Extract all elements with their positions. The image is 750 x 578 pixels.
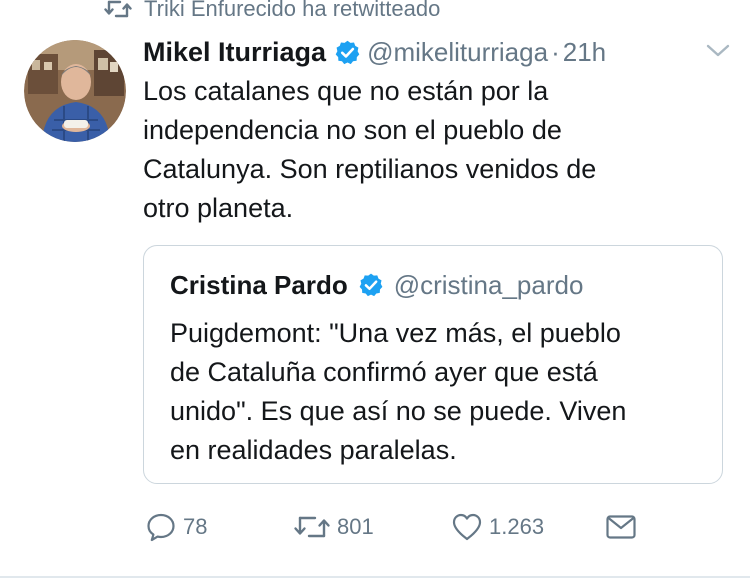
retweet-count: 801 — [337, 514, 374, 539]
direct-message-button[interactable] — [605, 508, 637, 546]
heart-icon — [451, 512, 483, 542]
envelope-icon — [605, 513, 637, 541]
quoted-text-line: en realidades paralelas. — [170, 435, 457, 465]
quoted-text-line: unido". Es que así no se puede. Viven — [170, 396, 627, 426]
verified-badge-icon — [358, 272, 384, 298]
separator-dot: · — [551, 36, 560, 67]
quoted-text-line: de Cataluña confirmó ayer que está — [170, 357, 598, 387]
retweet-context[interactable]: Triki Enfurecido ha retwitteado — [104, 0, 440, 26]
retweet-icon — [104, 0, 132, 20]
verified-badge-icon — [334, 39, 361, 66]
tweet-text-line: Catalunya. Son reptilianos venidos de — [143, 154, 597, 184]
quoted-tweet-text: Puigdemont: "Una vez más, el pueblo de C… — [170, 314, 710, 470]
retweet-button[interactable]: 801 — [293, 508, 374, 546]
reply-icon — [145, 511, 177, 543]
quoted-tweet-card[interactable]: Cristina Pardo @cristina_pardo Puigdemon… — [143, 245, 723, 484]
quoted-author-handle: @cristina_pardo — [393, 269, 584, 300]
quoted-author-name: Cristina Pardo — [170, 269, 348, 300]
retweet-icon — [293, 512, 331, 542]
tweet-text-line: otro planeta. — [143, 193, 294, 223]
tweet-header: Mikel Iturriaga @mikeliturriaga · 21h — [143, 32, 606, 72]
retweet-context-text: Triki Enfurecido ha retwitteado — [144, 0, 441, 21]
like-count: 1.263 — [489, 514, 545, 539]
chevron-down-icon[interactable] — [704, 40, 732, 62]
reply-button[interactable]: 78 — [145, 508, 207, 546]
tweet-text: Los catalanes que no están por la indepe… — [143, 72, 703, 228]
like-button[interactable]: 1.263 — [451, 508, 544, 546]
avatar[interactable] — [24, 40, 126, 142]
quoted-text-line: Puigdemont: "Una vez más, el pueblo — [170, 318, 621, 348]
tweet-text-line: Los catalanes que no están por la — [143, 76, 549, 106]
tweet-actions: 78 801 1.263 — [143, 508, 703, 546]
tweet-text-line: independencia no son el pueblo de — [143, 115, 562, 145]
quoted-tweet-header: Cristina Pardo @cristina_pardo — [170, 268, 583, 302]
reply-count: 78 — [183, 514, 208, 539]
tweet-timestamp[interactable]: 21h — [563, 37, 606, 68]
author-handle[interactable]: @mikeliturriaga — [367, 37, 548, 68]
author-name[interactable]: Mikel Iturriaga — [143, 37, 326, 68]
